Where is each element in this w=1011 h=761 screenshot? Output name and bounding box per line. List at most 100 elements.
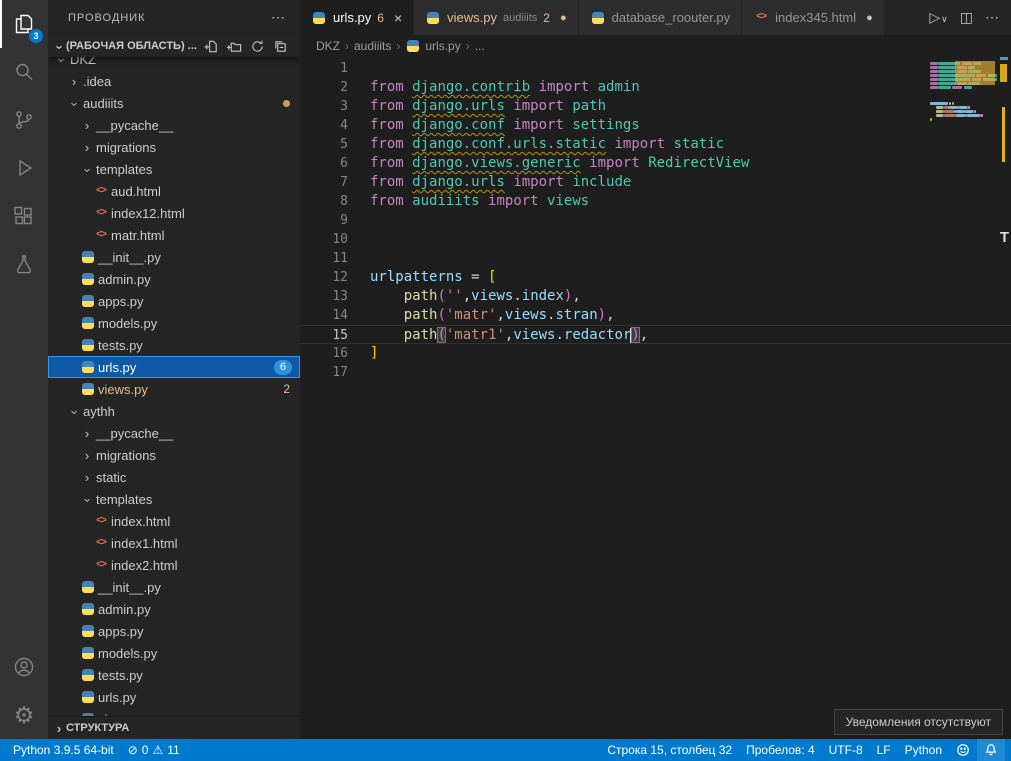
extensions-activity-button[interactable]: [0, 192, 48, 240]
code-editor[interactable]: 12from django.contrib import admin3from …: [300, 57, 1011, 739]
refresh-icon[interactable]: [250, 39, 265, 54]
tree-item-__pycache__[interactable]: ›__pycache__: [48, 422, 300, 444]
tree-item-models.py[interactable]: models.py: [48, 312, 300, 334]
problems-status[interactable]: ⊘ 0 ⚠ 11: [121, 739, 187, 761]
tree-item-admin.py[interactable]: admin.py: [48, 598, 300, 620]
cursor-position-status[interactable]: Строка 15, столбец 32: [600, 739, 739, 761]
tree-item-.idea[interactable]: ›.idea: [48, 70, 300, 92]
tree-item-views.py[interactable]: views.py2: [48, 378, 300, 400]
tree-item-migrations[interactable]: ›migrations: [48, 444, 300, 466]
explorer-activity-button[interactable]: 3: [0, 0, 48, 48]
tree-item-audiiits[interactable]: ›audiiits: [48, 92, 300, 114]
tab-views.py[interactable]: views.pyaudiiits2●: [414, 0, 578, 35]
breadcrumb-item-urls.py[interactable]: urls.py: [405, 39, 460, 53]
outline-section-header[interactable]: › СТРУКТУРА: [48, 716, 300, 739]
tree-item-aythh[interactable]: ›aythh: [48, 400, 300, 422]
account-button[interactable]: [0, 643, 48, 691]
tree-item-aud.html[interactable]: <>aud.html: [48, 180, 300, 202]
run-debug-activity-button[interactable]: [0, 144, 48, 192]
python-icon-shape: [82, 603, 94, 615]
code-line[interactable]: 7from django.urls import include: [300, 173, 1011, 192]
tree-item-index1.html[interactable]: <>index1.html: [48, 532, 300, 554]
run-dropdown-icon[interactable]: ∨: [941, 14, 948, 25]
chevron-down-icon: ›: [80, 163, 95, 177]
line-number: 15: [300, 326, 348, 343]
breadcrumb-item-audiiits[interactable]: audiiits: [354, 39, 391, 53]
tree-item-models.py[interactable]: models.py: [48, 642, 300, 664]
code-line[interactable]: 9: [300, 211, 1011, 230]
code-line[interactable]: 17: [300, 363, 1011, 382]
breadcrumb-item-DKZ[interactable]: DKZ: [316, 39, 340, 53]
tree-item-index12.html[interactable]: <>index12.html: [48, 202, 300, 224]
tree-item-templates[interactable]: ›templates: [48, 158, 300, 180]
code-line[interactable]: 12urlpatterns = [: [300, 268, 1011, 287]
code-line[interactable]: 3from django.urls import path: [300, 97, 1011, 116]
tree-item-__pycache__[interactable]: ›__pycache__: [48, 114, 300, 136]
settings-button[interactable]: ⚙: [0, 691, 48, 739]
new-file-icon[interactable]: [204, 39, 219, 54]
encoding-status[interactable]: UTF-8: [822, 739, 870, 761]
tab-index345.html[interactable]: <>index345.html●: [742, 0, 885, 35]
source-control-activity-button[interactable]: [0, 96, 48, 144]
chevron-down-icon: ›: [80, 493, 95, 507]
run-python-file-button[interactable]: ▷ ∨: [929, 9, 947, 26]
tree-item-admin.py[interactable]: admin.py: [48, 268, 300, 290]
python-file-icon: [80, 273, 96, 285]
code-line[interactable]: 16]: [300, 344, 1011, 363]
feedback-button[interactable]: [949, 739, 977, 761]
code-token: ): [598, 307, 606, 323]
tree-item-DKZ[interactable]: ›DKZ: [48, 57, 300, 70]
code-line[interactable]: 13 path('',views.index),: [300, 287, 1011, 306]
code-line[interactable]: 8from audiiits import views: [300, 192, 1011, 211]
tree-item-templates[interactable]: ›templates: [48, 488, 300, 510]
more-actions-button[interactable]: ⋯: [985, 9, 999, 26]
code-line[interactable]: 6from django.views.generic import Redire…: [300, 154, 1011, 173]
notifications-bell-button[interactable]: [977, 739, 1005, 761]
minimap[interactable]: [930, 57, 997, 125]
tab-urls.py[interactable]: urls.py6×: [300, 0, 414, 35]
split-editor-button[interactable]: ◫: [960, 9, 973, 26]
tree-item-apps.py[interactable]: apps.py: [48, 620, 300, 642]
tree-item-tests.py[interactable]: tests.py: [48, 664, 300, 686]
tree-item-migrations[interactable]: ›migrations: [48, 136, 300, 158]
tree-item-__init__.py[interactable]: __init__.py: [48, 246, 300, 268]
tab-database_roouter.py[interactable]: database_roouter.py: [579, 0, 743, 35]
code-line[interactable]: 10: [300, 230, 1011, 249]
indentation-status[interactable]: Пробелов: 4: [739, 739, 822, 761]
tree-item-index2.html[interactable]: <>index2.html: [48, 554, 300, 576]
new-folder-icon[interactable]: [227, 39, 242, 54]
code-line[interactable]: 4from django.conf import settings: [300, 116, 1011, 135]
code-line[interactable]: 11: [300, 249, 1011, 268]
eol-status[interactable]: LF: [870, 739, 898, 761]
code-token: import: [488, 193, 539, 209]
code-token: (: [437, 307, 445, 323]
code-line[interactable]: 2from django.contrib import admin: [300, 78, 1011, 97]
collapse-all-icon[interactable]: [273, 39, 288, 54]
python-interpreter-status[interactable]: Python 3.9.5 64-bit: [6, 739, 121, 761]
code-line[interactable]: 15 path('matr1',views.redactor),: [300, 325, 1011, 344]
tree-item-matr.html[interactable]: <>matr.html: [48, 224, 300, 246]
sidebar-more-actions-icon[interactable]: ⋯: [271, 9, 286, 26]
tree-item-__init__.py[interactable]: __init__.py: [48, 576, 300, 598]
code-line[interactable]: 1: [300, 59, 1011, 78]
language-mode-status[interactable]: Python: [898, 739, 949, 761]
close-icon[interactable]: ×: [394, 10, 402, 26]
python-icon-shape: [82, 361, 94, 373]
tree-item-apps.py[interactable]: apps.py: [48, 290, 300, 312]
code-line[interactable]: 5from django.conf.urls.static import sta…: [300, 135, 1011, 154]
line-number: 11: [300, 249, 348, 268]
tree-item-static[interactable]: ›static: [48, 466, 300, 488]
tree-item-urls.py[interactable]: urls.py: [48, 686, 300, 708]
errors-count: 0: [142, 743, 149, 757]
breadcrumb-item-...[interactable]: ...: [475, 39, 485, 53]
search-activity-button[interactable]: [0, 48, 48, 96]
testing-activity-button[interactable]: [0, 240, 48, 288]
code-token: redactor: [564, 327, 631, 343]
tree-item-tests.py[interactable]: tests.py: [48, 334, 300, 356]
code-token: (: [437, 327, 445, 343]
tree-item-index.html[interactable]: <>index.html: [48, 510, 300, 532]
code-line[interactable]: 14 path('matr',views.stran),: [300, 306, 1011, 325]
tree-item-urls.py[interactable]: urls.py6: [48, 356, 300, 378]
code-token: from: [370, 174, 412, 190]
workspace-section-header[interactable]: › (РАБОЧАЯ ОБЛАСТЬ) ...: [48, 35, 300, 57]
